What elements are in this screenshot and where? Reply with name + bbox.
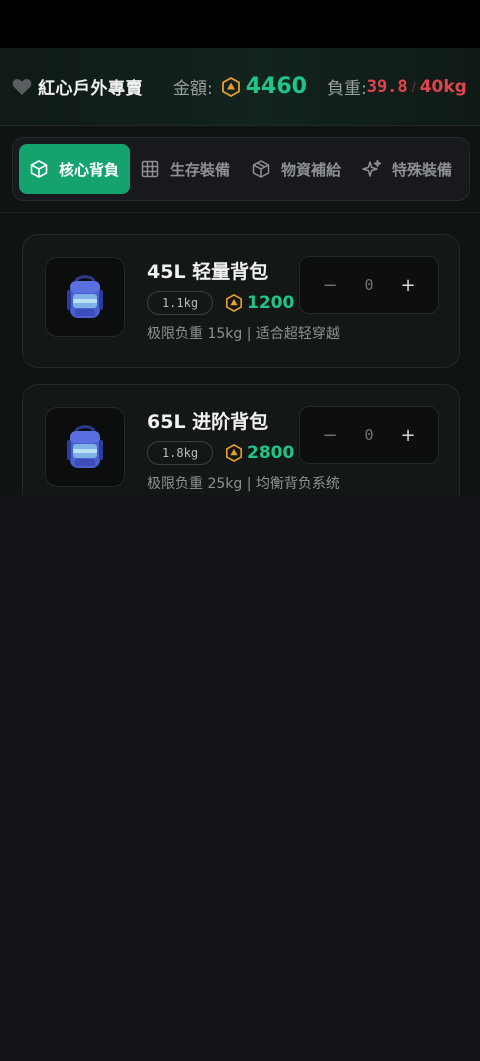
category-tabs: 核心背負 生存裝備 物資補給 特殊裝備: [12, 137, 470, 201]
tab-label: 物資補給: [281, 160, 342, 179]
divider: [0, 212, 480, 213]
box-icon: [29, 159, 49, 179]
item-thumbnail: [45, 407, 125, 487]
tab-label: 特殊裝備: [392, 160, 453, 179]
price-value: 1200: [247, 293, 295, 313]
quantity-stepper: − 0 +: [299, 256, 439, 314]
coin-icon: [225, 444, 243, 462]
item-name: 45L 轻量背包: [147, 261, 269, 283]
coin-icon: [225, 294, 243, 312]
increment-button[interactable]: +: [398, 425, 418, 446]
tab-label: 核心背負: [59, 160, 120, 179]
item-description: 极限负重 25kg | 均衡背负系统: [147, 476, 340, 492]
tab-core-carry[interactable]: 核心背負: [19, 144, 131, 194]
grid-icon: [140, 159, 160, 179]
item-price: 2800: [225, 441, 294, 465]
increment-button[interactable]: +: [398, 275, 418, 296]
backpack-icon: [67, 275, 103, 318]
sparkles-icon: [362, 159, 382, 179]
decrement-button[interactable]: −: [320, 425, 340, 446]
item-thumbnail: [45, 257, 125, 337]
item-weight: 1.1kg: [147, 291, 213, 315]
shop-header: 紅心戶外專賣 金額: 4460 負重: 39.8 / 40kg: [0, 48, 480, 126]
tab-special-gear[interactable]: 特殊裝備: [352, 144, 463, 194]
coin-icon: [221, 76, 241, 97]
tab-supplies[interactable]: 物資補給: [241, 144, 352, 194]
shop-panel: 紅心戶外專賣 金額: 4460 負重: 39.8 / 40kg 核心背負 生存裝…: [0, 48, 480, 495]
shop-name: 紅心戶外專賣: [38, 79, 143, 99]
quantity-stepper: − 0 +: [299, 406, 439, 464]
item-name: 65L 进阶背包: [147, 411, 269, 433]
package-icon: [251, 159, 271, 179]
item-card: 65L 进阶背包 1.8kg 2800 极限负重 25kg | 均衡背负系统 −…: [22, 384, 460, 495]
money-label: 金額:: [173, 79, 213, 99]
tab-label: 生存裝備: [170, 160, 231, 179]
decrement-button[interactable]: −: [320, 275, 340, 296]
item-price: 1200: [225, 291, 294, 315]
backpack-icon: [67, 425, 103, 468]
item-card: 45L 轻量背包 1.1kg 1200 极限负重 15kg | 适合超轻穿越 −…: [22, 234, 460, 368]
money-value: 4460: [245, 74, 307, 99]
quantity-value: 0: [364, 276, 374, 294]
top-bar: [0, 0, 480, 48]
load-current: 39.8: [366, 76, 408, 97]
quantity-value: 0: [364, 426, 374, 444]
load-separator: /: [411, 79, 416, 94]
item-description: 极限负重 15kg | 适合超轻穿越: [147, 326, 340, 342]
tab-survival-gear[interactable]: 生存裝備: [130, 144, 241, 194]
heart-icon: [12, 78, 32, 96]
load-max: 40kg: [419, 76, 467, 97]
price-value: 2800: [247, 443, 295, 463]
item-weight: 1.8kg: [147, 441, 213, 465]
load-label: 負重:: [326, 79, 367, 99]
